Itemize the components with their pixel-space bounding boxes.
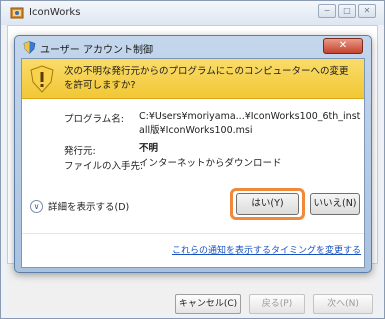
close-button[interactable]: ✕ xyxy=(358,4,376,18)
divider xyxy=(22,233,364,234)
details-label[interactable]: 詳細を表示する(D) xyxy=(48,199,129,213)
warning-shield-icon xyxy=(30,65,54,93)
program-name-value: C:¥Users¥moriyama...¥IconWorks100_6th_in… xyxy=(139,111,361,136)
origin-value: インターネットからダウンロード xyxy=(139,158,282,169)
back-button[interactable]: 戻る(P) xyxy=(249,294,305,314)
uac-dialog: ユーザー アカウント制御 ✕ 次の不明な発行元からのプログラムにこのコンピュータ… xyxy=(14,35,372,273)
iconworks-app-icon xyxy=(10,7,24,19)
next-button[interactable]: 次へ(N) xyxy=(313,294,373,314)
chevron-down-icon[interactable]: ∨ xyxy=(30,199,43,213)
installer-title: IconWorks xyxy=(29,7,81,18)
publisher-label: 発行元: xyxy=(64,146,96,157)
publisher-value: 不明 xyxy=(139,143,159,154)
details-toggle[interactable]: ∨ 詳細を表示する(D) xyxy=(30,199,129,213)
change-notification-link[interactable]: これらの通知を表示するタイミングを変更する xyxy=(172,243,361,256)
uac-question: 次の不明な発行元からのプログラムにこのコンピューターへの変更を許可しますか? xyxy=(64,66,349,91)
installer-titlebar: IconWorks − □ ✕ xyxy=(1,1,384,25)
no-button[interactable]: いいえ(N) xyxy=(310,193,360,215)
uac-content: 次の不明な発行元からのプログラムにこのコンピューターへの変更を許可しますか? プ… xyxy=(21,58,365,268)
uac-titlebar: ユーザー アカウント制御 ✕ xyxy=(15,36,371,58)
program-name-label: プログラム名: xyxy=(64,114,124,125)
cancel-button[interactable]: キャンセル(C) xyxy=(175,294,241,314)
uac-shield-icon xyxy=(23,41,36,54)
warning-banner: 次の不明な発行元からのプログラムにこのコンピューターへの変更を許可しますか? xyxy=(22,59,364,99)
yes-button-highlight xyxy=(230,188,305,220)
minimize-button[interactable]: − xyxy=(318,4,336,18)
maximize-button[interactable]: □ xyxy=(338,4,356,18)
uac-title: ユーザー アカウント制御 xyxy=(40,45,153,56)
uac-close-button[interactable]: ✕ xyxy=(323,38,363,54)
origin-label: ファイルの入手先: xyxy=(64,161,144,172)
window-controls: − □ ✕ xyxy=(316,4,376,18)
